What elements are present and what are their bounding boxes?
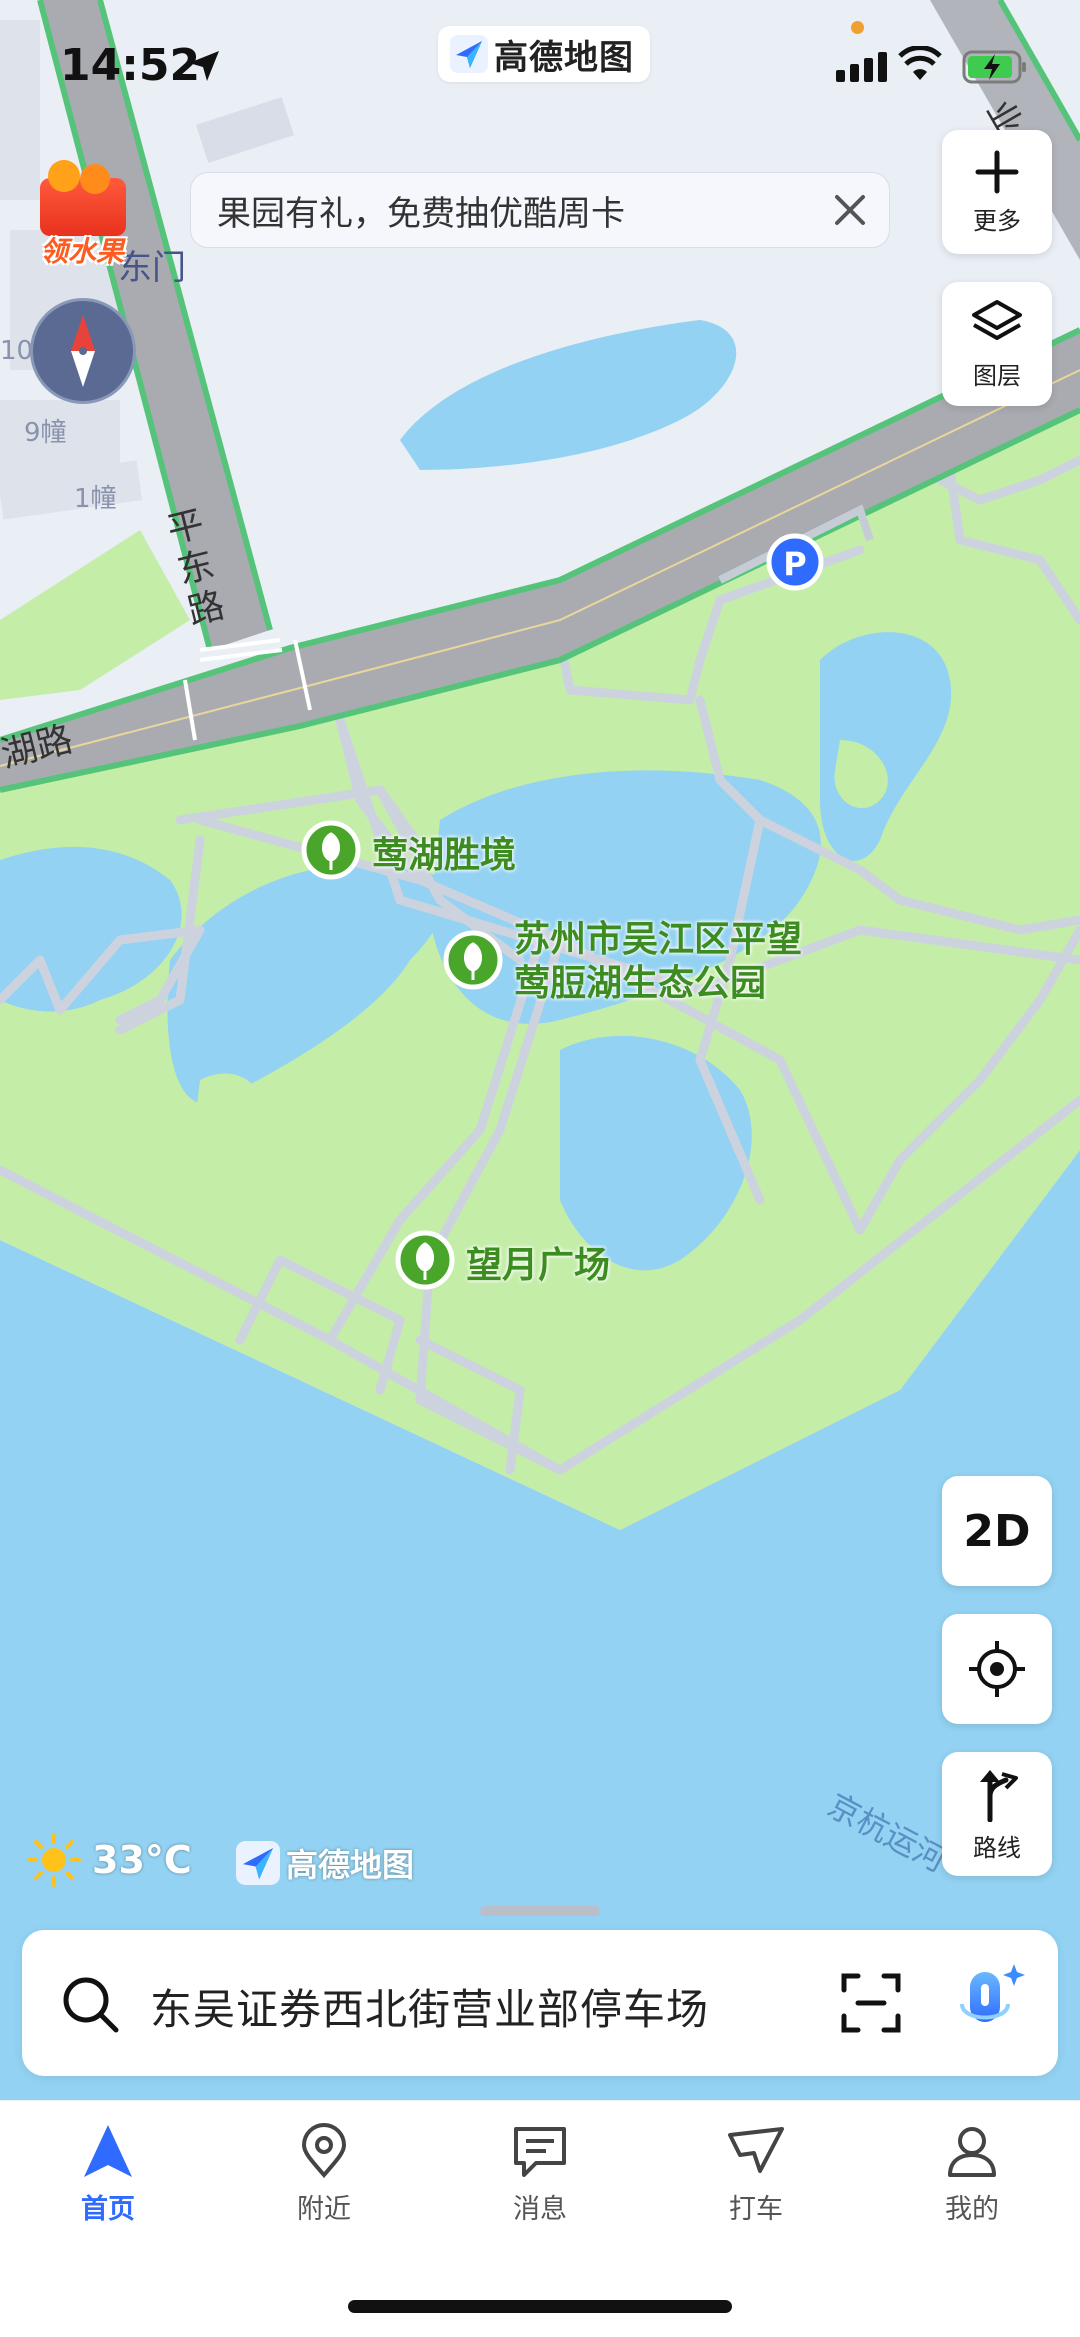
status-time: 14:52 bbox=[60, 40, 201, 91]
fruit-icon bbox=[48, 160, 80, 192]
tab-label: 我的 bbox=[945, 2194, 999, 2225]
svg-text:P: P bbox=[783, 545, 806, 583]
battery-charging-icon bbox=[962, 50, 1026, 84]
tab-home[interactable]: 首页 bbox=[48, 2123, 168, 2226]
map-canvas[interactable]: P bbox=[0, 0, 1080, 2100]
poi-label[interactable]: 苏州市吴江区平望 莺脰湖生态公园 bbox=[514, 918, 802, 1006]
plus-icon bbox=[975, 150, 1019, 193]
tab-label: 消息 bbox=[513, 2194, 567, 2225]
layers-icon bbox=[972, 299, 1022, 340]
tab-nearby[interactable]: 附近 bbox=[264, 2123, 384, 2226]
voice-assistant-icon[interactable] bbox=[952, 1960, 1032, 2046]
poi-label-line: 苏州市吴江区平望 bbox=[514, 919, 803, 960]
poi-label-line: 莺脰湖生态公园 bbox=[514, 963, 767, 1004]
home-indicator[interactable] bbox=[348, 2300, 732, 2313]
layers-label: 图层 bbox=[973, 361, 1021, 390]
sheet-drag-handle[interactable] bbox=[480, 1906, 600, 1916]
status-bar: 14:52 高德地图 bbox=[0, 0, 1080, 130]
layers-button[interactable]: 图层 bbox=[942, 282, 1052, 406]
map-label-building-9: 9幢 bbox=[24, 418, 67, 448]
weather-temperature: 33°C bbox=[92, 1838, 192, 1882]
view-mode-label: 2D bbox=[963, 1505, 1031, 1557]
taxi-icon bbox=[728, 2127, 784, 2173]
tab-taxi[interactable]: 打车 bbox=[696, 2123, 816, 2226]
search-bar[interactable]: 东吴证券西北街营业部停车场 bbox=[22, 1930, 1058, 2076]
promo-banner[interactable]: 果园有礼，免费抽优酷周卡 bbox=[190, 172, 890, 248]
location-arrow-icon bbox=[189, 51, 219, 81]
tab-label: 打车 bbox=[729, 2194, 783, 2225]
search-input[interactable]: 东吴证券西北街营业部停车场 bbox=[150, 1976, 709, 2037]
promo-text: 果园有礼，免费抽优酷周卡 bbox=[217, 193, 625, 234]
fruit-gift-button[interactable]: 领水果 bbox=[34, 160, 134, 270]
route-button[interactable]: 路线 bbox=[942, 1752, 1052, 1876]
compass-needle-icon bbox=[71, 315, 95, 387]
close-icon[interactable] bbox=[831, 191, 869, 229]
amap-logo-icon bbox=[236, 1841, 280, 1885]
navigation-arrow-icon bbox=[84, 2125, 132, 2177]
privacy-indicator-dot bbox=[851, 21, 864, 34]
scan-icon[interactable] bbox=[840, 1972, 902, 2034]
map-label-building-1: 1幢 bbox=[74, 484, 117, 514]
message-icon bbox=[514, 2127, 566, 2177]
poi-label[interactable]: 望月广场 bbox=[466, 1236, 610, 1288]
search-icon bbox=[63, 1977, 119, 2033]
tab-label: 首页 bbox=[81, 2194, 135, 2225]
cellular-signal-icon bbox=[836, 52, 887, 82]
tab-label: 附近 bbox=[297, 2194, 351, 2225]
compass-button[interactable] bbox=[30, 298, 136, 404]
tab-profile[interactable]: 我的 bbox=[912, 2123, 1032, 2226]
weather-widget[interactable]: 33°C bbox=[26, 1832, 192, 1888]
view-mode-button[interactable]: 2D bbox=[942, 1476, 1052, 1586]
brand-watermark: 高德地图 bbox=[236, 1840, 414, 1886]
route-turn-icon bbox=[980, 1769, 1018, 1822]
gift-label: 领水果 bbox=[40, 235, 125, 268]
more-label: 更多 bbox=[973, 206, 1021, 235]
route-label: 路线 bbox=[973, 1833, 1021, 1862]
location-pin-icon bbox=[301, 2123, 347, 2179]
profile-icon bbox=[948, 2127, 996, 2177]
poi-label[interactable]: 莺湖胜境 bbox=[372, 826, 516, 878]
app-chip-label: 高德地图 bbox=[494, 37, 634, 78]
amap-logo-icon bbox=[450, 35, 488, 73]
crosshair-icon bbox=[969, 1641, 1025, 1697]
sun-icon bbox=[27, 1833, 81, 1887]
locate-button[interactable] bbox=[942, 1614, 1052, 1724]
tab-messages[interactable]: 消息 bbox=[480, 2123, 600, 2226]
brand-label: 高德地图 bbox=[286, 1846, 415, 1884]
wifi-icon bbox=[898, 46, 942, 80]
fruit-icon bbox=[80, 164, 110, 194]
more-button[interactable]: 更多 bbox=[942, 130, 1052, 254]
app-return-chip[interactable]: 高德地图 bbox=[438, 26, 650, 82]
